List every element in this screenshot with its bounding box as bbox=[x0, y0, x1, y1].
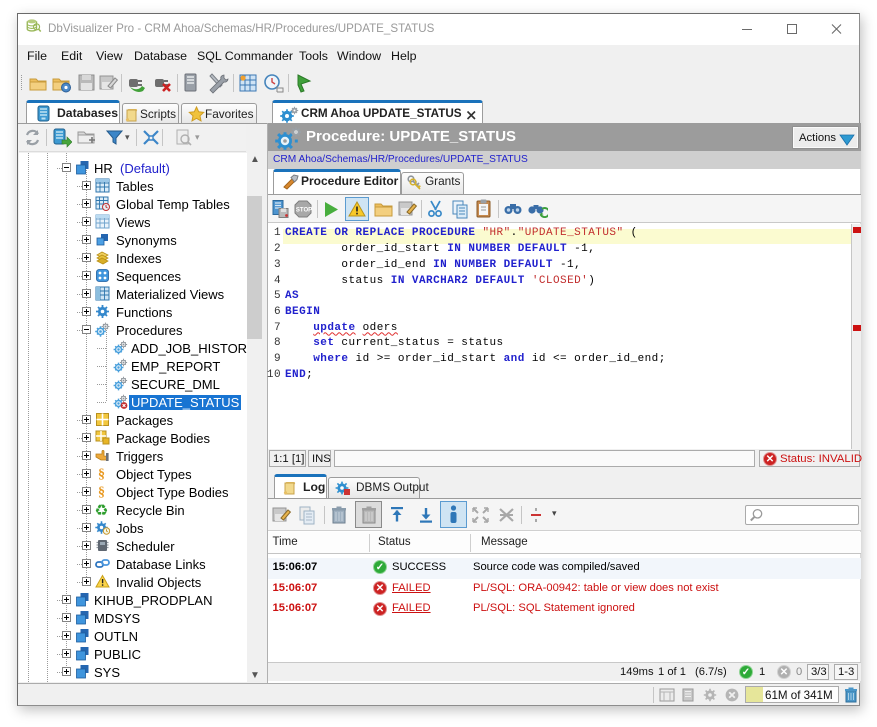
svg-text:STOP: STOP bbox=[296, 207, 312, 213]
svg-text:♻: ♻ bbox=[95, 503, 108, 518]
svg-text:§: § bbox=[98, 467, 105, 481]
svg-text:§: § bbox=[98, 485, 105, 499]
